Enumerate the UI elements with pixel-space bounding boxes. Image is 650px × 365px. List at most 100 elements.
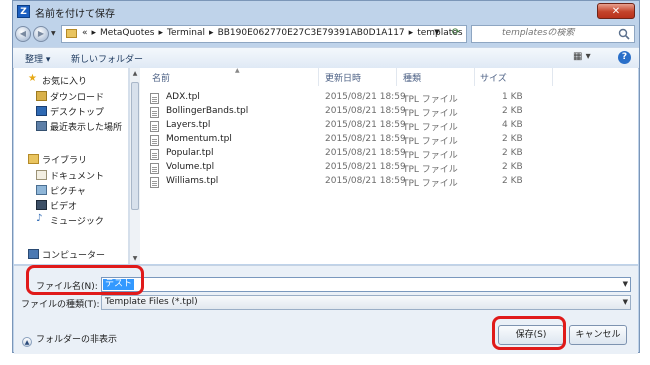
change-view-icon[interactable]: ▦ ▾ <box>573 51 591 62</box>
chevron-down-icon[interactable]: ▼ <box>623 298 628 306</box>
file-row[interactable]: Momentum.tpl 2015/08/21 18:59 TPL ファイル 2… <box>140 134 638 147</box>
recent-pages-dropdown[interactable]: ▼ <box>51 30 56 37</box>
filename-input[interactable]: テスト ▼ <box>101 277 631 292</box>
column-header-type[interactable]: 種類 <box>403 71 421 84</box>
sidebar-item-label: ダウンロード <box>50 93 105 103</box>
column-divider[interactable] <box>474 68 475 86</box>
close-button[interactable]: ✕ <box>597 3 635 19</box>
column-divider[interactable] <box>552 68 553 86</box>
sidebar-item-label: デスクトップ <box>50 108 105 118</box>
sidebar-item-label: ビデオ <box>50 202 78 212</box>
file-name: Momentum.tpl <box>166 134 232 144</box>
file-modified: 2015/08/21 18:59 <box>325 134 406 144</box>
file-size: 1 KB <box>502 92 523 102</box>
file-icon <box>150 93 159 104</box>
sidebar-item-label: コンピューター <box>42 251 106 261</box>
back-button[interactable]: ◀ <box>15 26 31 42</box>
file-modified: 2015/08/21 18:59 <box>325 148 406 158</box>
sidebar-item-label: 最近表示した場所 <box>50 123 123 133</box>
file-row[interactable]: Layers.tpl 2015/08/21 18:59 TPL ファイル 4 K… <box>140 120 638 133</box>
file-size: 2 KB <box>502 134 523 144</box>
file-type: TPL ファイル <box>403 109 458 119</box>
file-row[interactable]: Popular.tpl 2015/08/21 18:59 TPL ファイル 2 … <box>140 148 638 161</box>
breadcrumb-terminal[interactable]: Terminal <box>167 28 205 38</box>
search-input[interactable] <box>502 28 602 38</box>
address-dropdown-icon[interactable]: ▼ <box>430 28 444 36</box>
refresh-icon[interactable]: ⟳ <box>448 27 464 41</box>
file-size: 2 KB <box>502 148 523 158</box>
filename-highlight <box>26 265 144 295</box>
save-button-highlight <box>492 316 566 350</box>
organize-menu[interactable]: 整理 ▾ <box>25 52 50 65</box>
file-icon <box>150 135 159 146</box>
breadcrumb-overflow[interactable]: « <box>82 28 88 38</box>
file-icon <box>150 149 159 160</box>
help-icon[interactable]: ? <box>618 51 631 64</box>
scroll-down-icon[interactable]: ▼ <box>130 255 140 262</box>
save-as-dialog: Z 名前を付けて保存 ✕ ◀ ▶ ▼ «▸ MetaQuotes ▸ Terminal… <box>12 0 640 354</box>
column-header-label: 名前 <box>152 74 171 84</box>
file-type: TPL ファイル <box>403 151 458 161</box>
file-name: BollingerBands.tpl <box>166 106 249 116</box>
sidebar-item-label: お気に入り <box>42 77 88 87</box>
filetype-select[interactable]: Template Files (*.tpl) ▼ <box>101 295 631 310</box>
file-modified: 2015/08/21 18:59 <box>325 120 406 130</box>
breadcrumb-metaquotes[interactable]: MetaQuotes <box>100 28 154 38</box>
file-size: 4 KB <box>502 120 523 130</box>
file-size: 2 KB <box>502 176 523 186</box>
file-icon <box>150 107 159 118</box>
column-divider[interactable] <box>396 68 397 86</box>
folder-icon <box>66 29 77 38</box>
forward-button[interactable]: ▶ <box>33 26 49 42</box>
address-row: ◀ ▶ ▼ «▸ MetaQuotes ▸ Terminal ▸ BB190E062770… <box>13 24 639 46</box>
new-folder-button[interactable]: 新しいフォルダー <box>71 52 143 65</box>
filetype-label: ファイルの種類(T): <box>21 300 100 310</box>
file-size: 2 KB <box>502 106 523 116</box>
column-divider[interactable] <box>318 68 319 86</box>
recent-places-icon <box>36 121 47 131</box>
scroll-up-icon[interactable]: ▲ <box>130 70 140 77</box>
window-title: 名前を付けて保存 <box>35 9 115 20</box>
file-modified: 2015/08/21 18:59 <box>325 176 406 186</box>
file-row[interactable]: Williams.tpl 2015/08/21 18:59 TPL ファイル 2… <box>140 176 638 189</box>
hide-folders-toggle[interactable]: ▲ フォルダーの非表示 <box>22 332 117 347</box>
chevron-up-icon: ▲ <box>22 337 32 347</box>
file-type: TPL ファイル <box>403 179 458 189</box>
file-modified: 2015/08/21 18:59 <box>325 106 406 116</box>
music-icon: ♪ <box>36 213 43 224</box>
chevron-down-icon[interactable]: ▼ <box>623 280 628 288</box>
breadcrumb-separator-icon[interactable]: ▸ <box>209 28 214 38</box>
sidebar-scrollbar[interactable]: ▲ ▼ <box>129 68 140 264</box>
column-header-label: 更新日時 <box>325 74 362 84</box>
videos-icon <box>36 200 47 210</box>
search-box[interactable] <box>471 25 635 43</box>
scrollbar-thumb[interactable] <box>131 82 139 210</box>
file-list: 名前 ▲ 更新日時 種類 サイズ ADX.tpl 2015/08/21 18:5… <box>140 67 638 264</box>
column-header-label: サイズ <box>480 74 507 84</box>
breadcrumb-separator-icon[interactable]: ▸ <box>92 28 97 38</box>
column-header-label: 種類 <box>403 74 422 84</box>
file-type: TPL ファイル <box>403 165 458 175</box>
column-header-size[interactable]: サイズ <box>480 71 507 84</box>
hide-folders-label: フォルダーの非表示 <box>36 335 118 345</box>
file-name: Layers.tpl <box>166 120 211 130</box>
file-row[interactable]: Volume.tpl 2015/08/21 18:59 TPL ファイル 2 K… <box>140 162 638 175</box>
breadcrumb-separator-icon[interactable]: ▸ <box>409 28 414 38</box>
file-row[interactable]: BollingerBands.tpl 2015/08/21 18:59 TPL … <box>140 106 638 119</box>
column-header-modified[interactable]: 更新日時 <box>325 71 361 84</box>
cancel-button[interactable]: キャンセル <box>569 325 627 345</box>
file-type: TPL ファイル <box>403 95 458 105</box>
file-type: TPL ファイル <box>403 123 458 133</box>
sidebar-item-label: ミュージック <box>50 217 104 227</box>
app-icon: Z <box>17 5 30 18</box>
breadcrumb-separator-icon[interactable]: ▸ <box>158 28 163 38</box>
column-header-name[interactable]: 名前 <box>152 71 170 84</box>
file-row[interactable]: ADX.tpl 2015/08/21 18:59 TPL ファイル 1 KB <box>140 92 638 105</box>
breadcrumb-terminal-id[interactable]: BB190E062770E27C3E79391AB0D1A117 <box>218 28 405 38</box>
search-icon[interactable] <box>618 28 630 40</box>
file-name: Popular.tpl <box>166 148 214 158</box>
file-type: TPL ファイル <box>403 137 458 147</box>
desktop-icon <box>36 106 47 116</box>
address-bar[interactable]: «▸ MetaQuotes ▸ Terminal ▸ BB190E062770E27C3E… <box>61 25 467 43</box>
file-modified: 2015/08/21 18:59 <box>325 162 406 172</box>
